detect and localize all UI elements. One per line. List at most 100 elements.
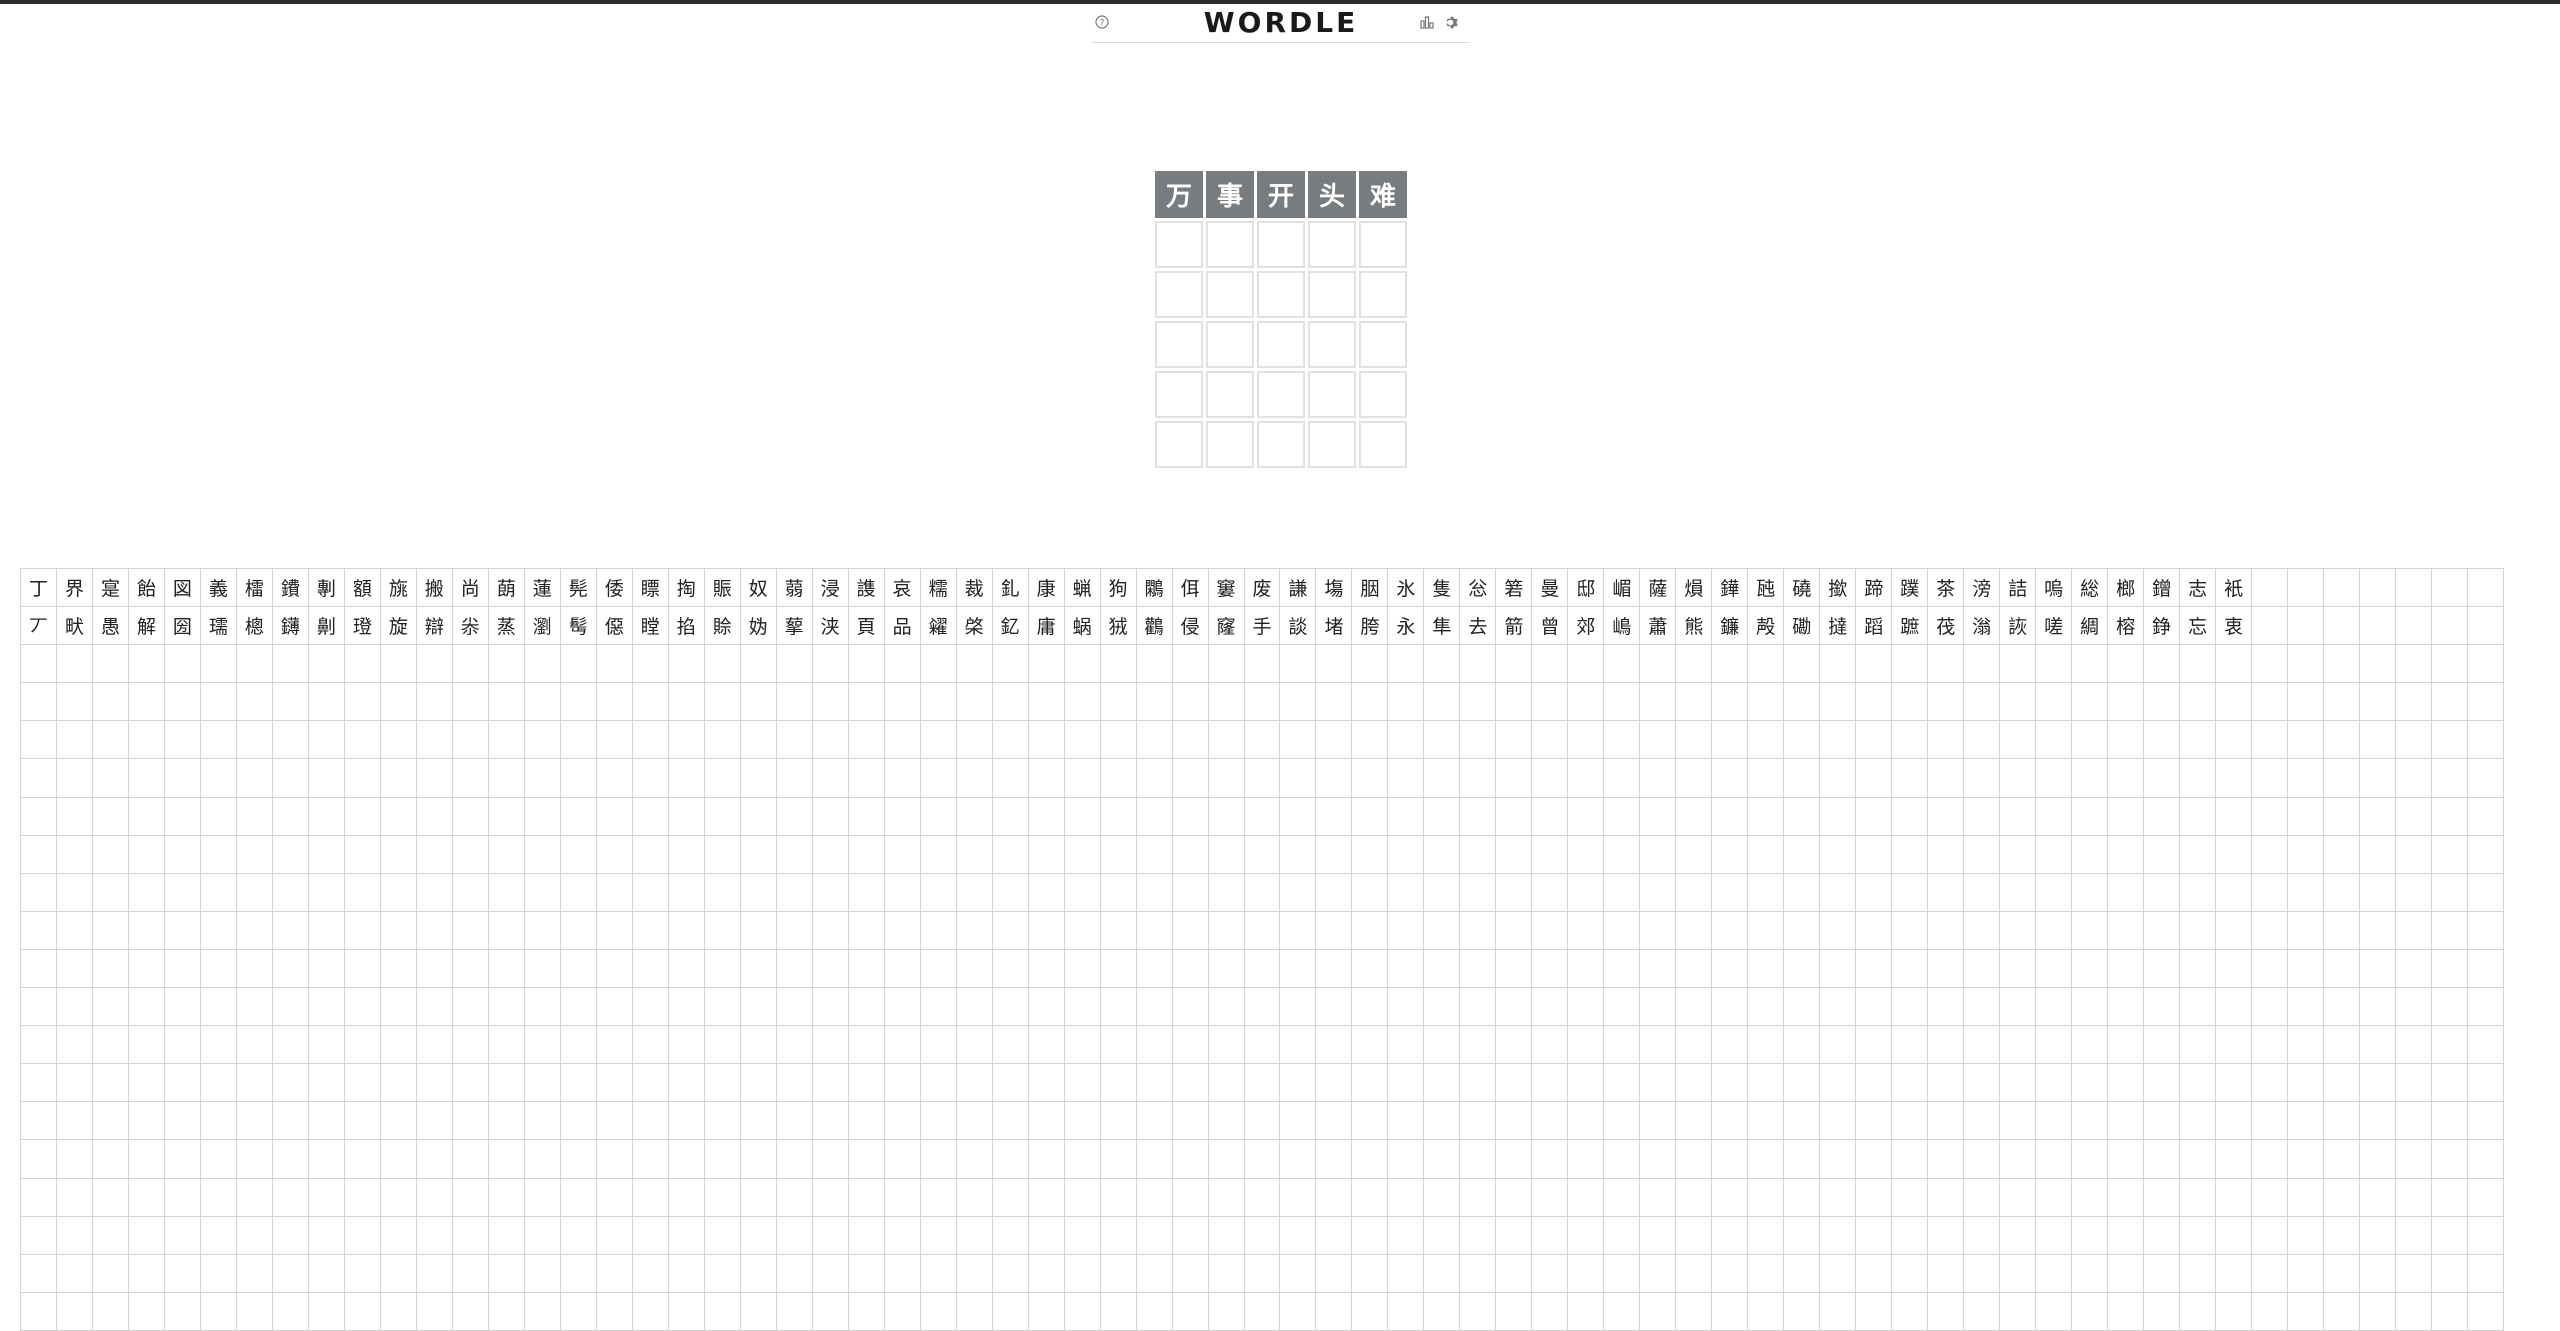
keyboard-key[interactable]	[740, 835, 777, 874]
keyboard-key[interactable]	[812, 1292, 849, 1331]
keyboard-key[interactable]	[1640, 1216, 1677, 1255]
keyboard-key[interactable]	[776, 1292, 813, 1331]
keyboard-key[interactable]	[308, 1140, 345, 1179]
keyboard-key[interactable]	[1064, 835, 1101, 874]
keyboard-key[interactable]	[2108, 797, 2145, 836]
keyboard-key[interactable]	[920, 1026, 957, 1065]
keyboard-key[interactable]	[704, 1254, 741, 1293]
keyboard-key[interactable]	[2000, 1026, 2037, 1065]
keyboard-key[interactable]	[1964, 911, 2001, 950]
keyboard-key[interactable]	[1676, 1292, 1713, 1331]
keyboard-key[interactable]	[1856, 949, 1893, 989]
keyboard-key[interactable]	[1316, 759, 1353, 798]
keyboard-key[interactable]	[1712, 797, 1749, 836]
keyboard-key[interactable]	[1100, 1178, 1137, 1217]
keyboard-key[interactable]: 総	[2072, 569, 2109, 608]
keyboard-key[interactable]	[1244, 645, 1281, 684]
keyboard-key[interactable]	[128, 1292, 165, 1331]
keyboard-key[interactable]	[2432, 797, 2468, 836]
keyboard-key[interactable]	[344, 1102, 381, 1141]
keyboard-key[interactable]	[596, 1292, 633, 1331]
keyboard-key[interactable]	[308, 949, 345, 989]
keyboard-key[interactable]	[128, 721, 165, 760]
keyboard-key[interactable]	[1532, 949, 1569, 989]
keyboard-key[interactable]	[1100, 721, 1137, 760]
keyboard-key[interactable]	[884, 1026, 921, 1065]
keyboard-key[interactable]	[1676, 835, 1713, 874]
keyboard-key[interactable]	[308, 645, 345, 684]
keyboard-key[interactable]	[1856, 1102, 1893, 1141]
keyboard-key[interactable]	[1208, 1216, 1245, 1255]
keyboard-key[interactable]	[1892, 949, 1929, 989]
keyboard-key[interactable]	[992, 988, 1029, 1027]
keyboard-key[interactable]	[848, 797, 885, 836]
keyboard-key[interactable]	[21, 1026, 57, 1065]
keyboard-key[interactable]	[1028, 1064, 1065, 1103]
keyboard-key[interactable]	[272, 683, 309, 722]
keyboard-key[interactable]	[2072, 1178, 2109, 1217]
keyboard-key[interactable]	[1136, 1254, 1173, 1293]
keyboard-key[interactable]	[2252, 1216, 2289, 1255]
keyboard-key[interactable]	[1244, 1254, 1281, 1293]
keyboard-key[interactable]	[668, 1254, 705, 1293]
keyboard-key[interactable]: 蕭	[1640, 607, 1677, 646]
keyboard-key[interactable]	[488, 1026, 525, 1065]
keyboard-key[interactable]: 釓	[992, 569, 1029, 608]
keyboard-key[interactable]	[1424, 1292, 1461, 1331]
keyboard-key[interactable]	[812, 759, 849, 798]
keyboard-key[interactable]	[1136, 683, 1173, 722]
keyboard-key[interactable]	[1964, 797, 2001, 836]
keyboard-key[interactable]	[704, 1216, 741, 1255]
keyboard-key[interactable]	[2036, 797, 2073, 836]
keyboard-key[interactable]: 氷	[1388, 569, 1425, 608]
keyboard-key[interactable]	[1172, 1026, 1209, 1065]
keyboard-key[interactable]	[2180, 1254, 2217, 1293]
keyboard-key[interactable]	[452, 911, 489, 950]
keyboard-key[interactable]	[56, 835, 93, 874]
keyboard-key[interactable]: 糯	[920, 569, 957, 608]
keyboard-key[interactable]	[1316, 1254, 1353, 1293]
keyboard-key[interactable]	[812, 683, 849, 722]
keyboard-key[interactable]	[380, 873, 417, 912]
keyboard-key[interactable]	[1136, 759, 1173, 798]
keyboard-key[interactable]	[1208, 1026, 1245, 1065]
keyboard-key[interactable]	[812, 911, 849, 950]
keyboard-key[interactable]	[1316, 1178, 1353, 1217]
keyboard-key[interactable]	[524, 1064, 561, 1103]
keyboard-key[interactable]	[776, 759, 813, 798]
keyboard-key[interactable]	[380, 683, 417, 722]
keyboard-key[interactable]	[1064, 759, 1101, 798]
keyboard-key[interactable]	[524, 911, 561, 950]
keyboard-key[interactable]	[452, 797, 489, 836]
keyboard-key[interactable]	[668, 1178, 705, 1217]
keyboard-key[interactable]	[1280, 1102, 1317, 1141]
keyboard-key[interactable]	[236, 873, 273, 912]
keyboard-key[interactable]	[1172, 1178, 1209, 1217]
keyboard-key[interactable]	[776, 1254, 813, 1293]
settings-button[interactable]	[1440, 12, 1460, 32]
keyboard-key[interactable]	[2036, 873, 2073, 912]
keyboard-key[interactable]	[1388, 873, 1425, 912]
keyboard-key[interactable]: 裁	[956, 569, 993, 608]
keyboard-key[interactable]	[128, 1102, 165, 1141]
keyboard-key[interactable]	[1136, 1216, 1173, 1255]
keyboard-key[interactable]	[524, 835, 561, 874]
keyboard-key[interactable]	[380, 1064, 417, 1103]
keyboard-key[interactable]	[884, 1064, 921, 1103]
keyboard-key[interactable]	[2216, 949, 2253, 989]
keyboard-key[interactable]	[92, 759, 129, 798]
keyboard-key[interactable]: 鐨	[272, 569, 309, 608]
keyboard-key[interactable]	[704, 835, 741, 874]
stats-button[interactable]	[1417, 12, 1437, 32]
keyboard-key[interactable]	[2324, 873, 2361, 912]
keyboard-key[interactable]	[668, 1026, 705, 1065]
keyboard-key[interactable]	[1892, 1102, 1929, 1141]
keyboard-key[interactable]	[2108, 759, 2145, 798]
keyboard-key[interactable]	[1532, 873, 1569, 912]
keyboard-key[interactable]	[596, 759, 633, 798]
keyboard-key[interactable]	[128, 1178, 165, 1217]
keyboard-key[interactable]	[236, 797, 273, 836]
keyboard-key[interactable]	[308, 1064, 345, 1103]
keyboard-key[interactable]	[1712, 1026, 1749, 1065]
keyboard-key[interactable]	[452, 873, 489, 912]
